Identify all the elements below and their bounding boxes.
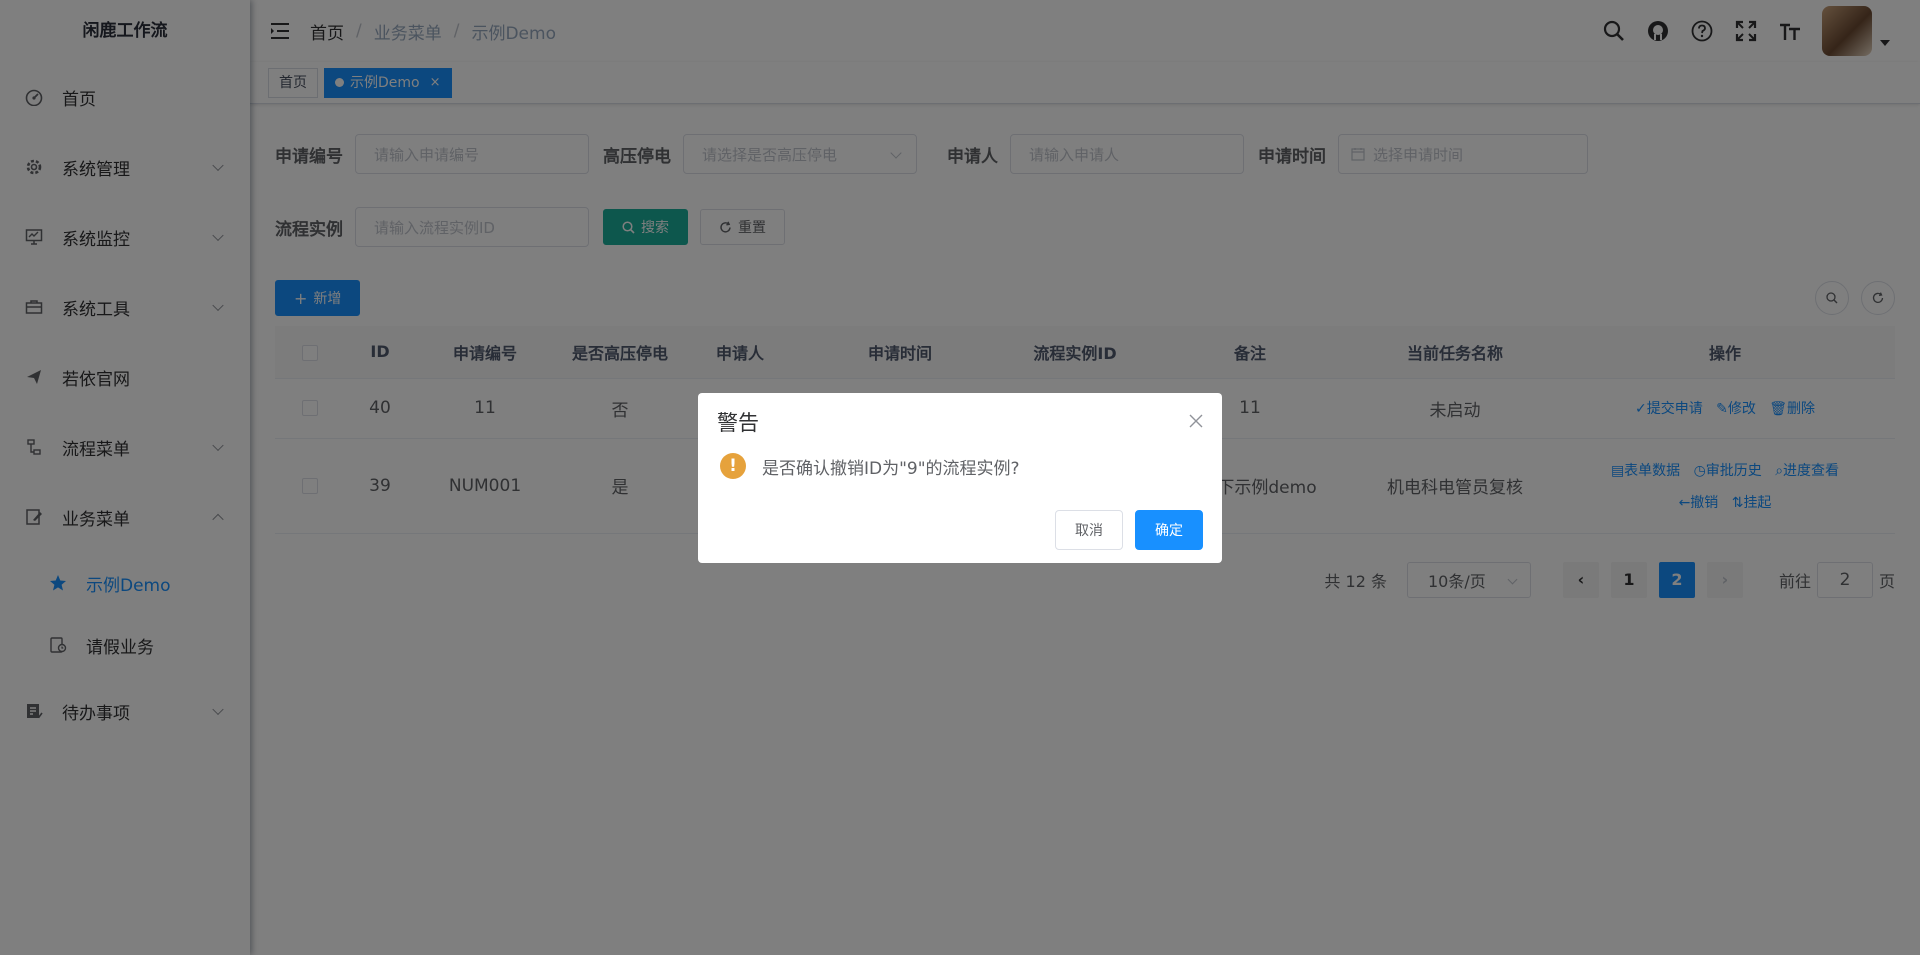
dialog-message: 是否确认撤销ID为"9"的流程实例? (762, 458, 1020, 479)
dialog-body: ! 是否确认撤销ID为"9"的流程实例? (717, 453, 1203, 479)
warning-icon: ! (720, 453, 746, 479)
close-icon[interactable] (1188, 413, 1204, 429)
cancel-button[interactable]: 取消 (1055, 510, 1123, 550)
dialog-title: 警告 (717, 411, 759, 435)
confirm-button[interactable]: 确定 (1135, 510, 1203, 550)
dialog-footer: 取消 确定 (1055, 510, 1203, 550)
confirm-dialog: 警告 ! 是否确认撤销ID为"9"的流程实例? 取消 确定 (698, 393, 1222, 563)
